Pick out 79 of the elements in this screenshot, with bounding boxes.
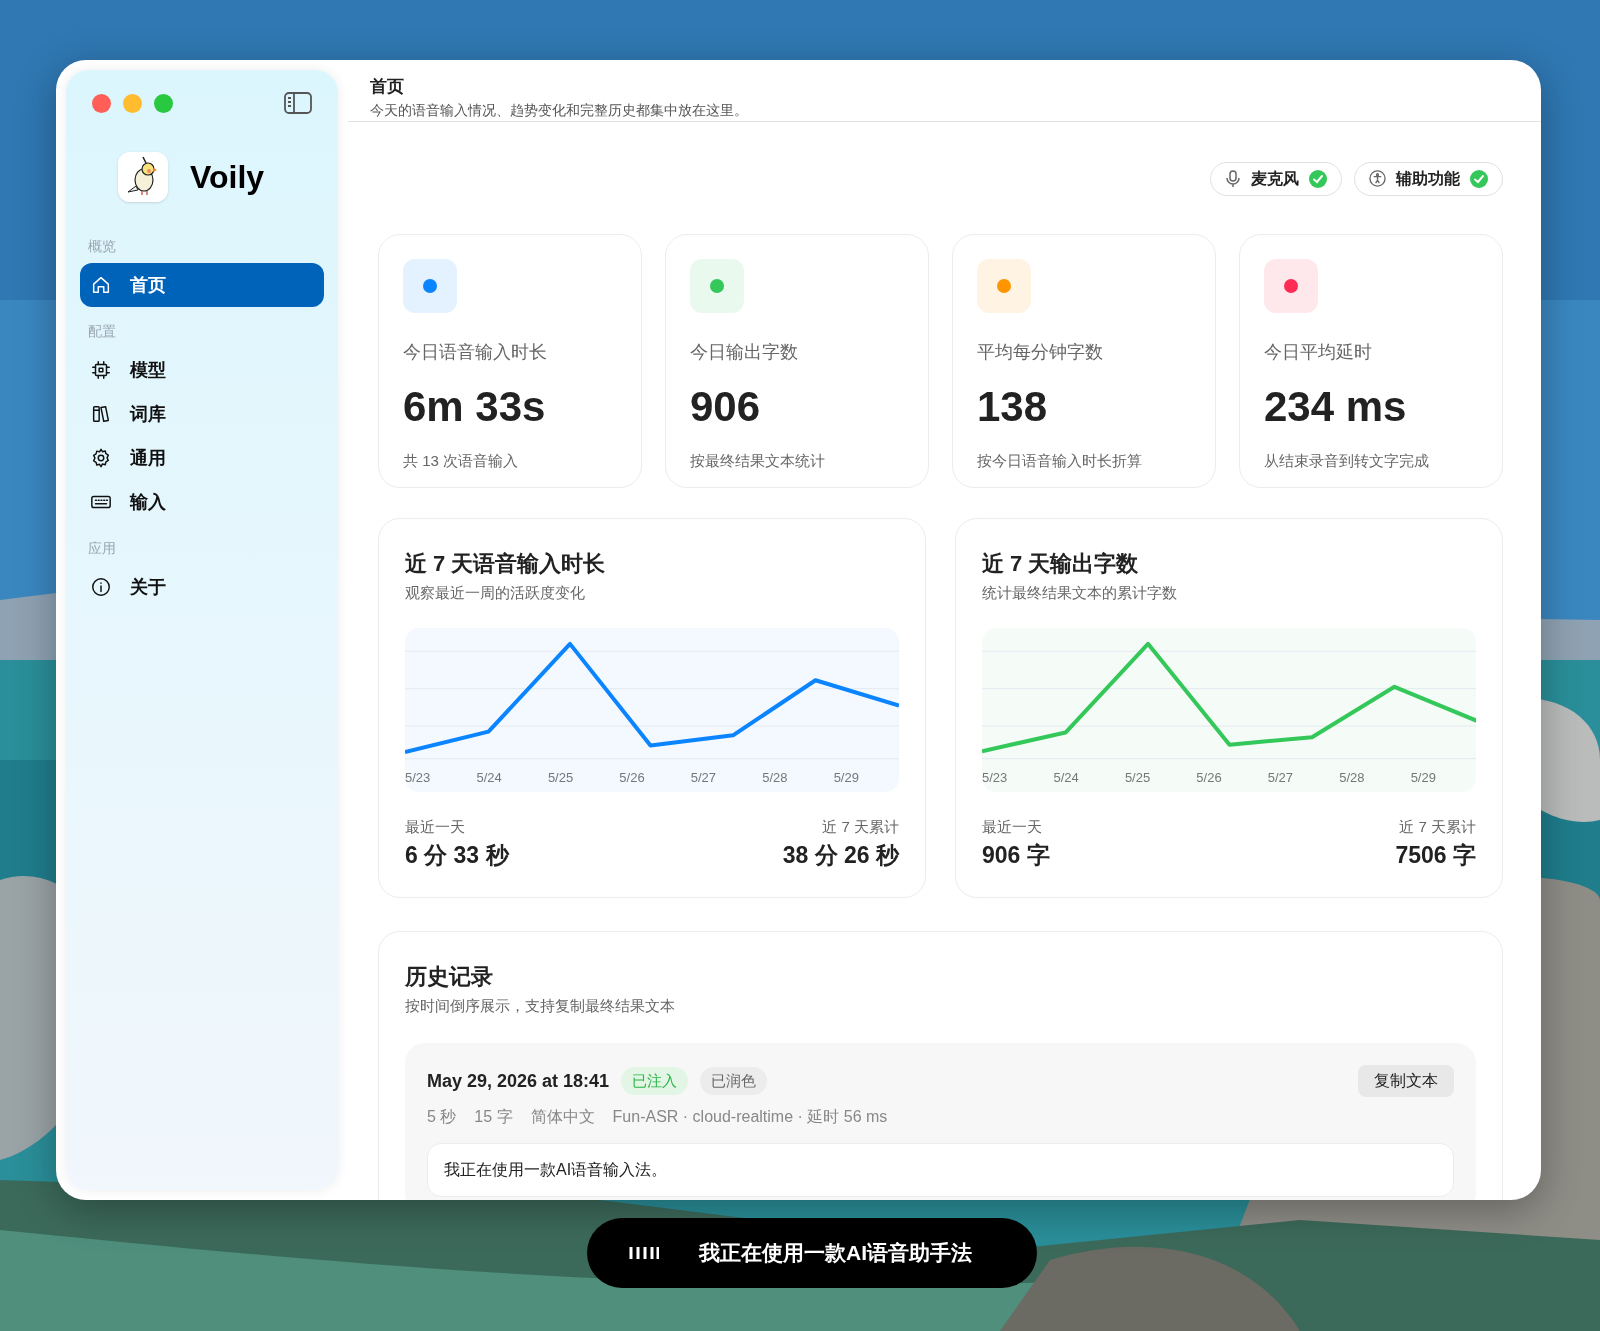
- sidebar-item[interactable]: 模型: [80, 348, 324, 392]
- sidebar-toggle-icon[interactable]: [284, 92, 312, 114]
- entry-meta: Fun-ASR · cloud-realtime · 延时 56 ms: [612, 1107, 888, 1127]
- settings-icon: [90, 447, 112, 469]
- stat-value: 138: [977, 381, 1049, 432]
- entry-time: May 29, 2026 at 18:41: [427, 1069, 610, 1093]
- copy-text-button[interactable]: 复制文本: [1358, 1065, 1454, 1097]
- home-icon: [90, 274, 112, 296]
- summary-label: 近 7 天累计: [822, 816, 899, 837]
- entry-meta: 简体中文: [530, 1107, 595, 1127]
- axis-label: 5/26: [1196, 769, 1222, 787]
- axis-label: 5/23: [405, 769, 431, 787]
- chip-icon: [90, 359, 112, 381]
- stat-value: 6m 33s: [403, 381, 547, 432]
- summary-value: 38 分 26 秒: [782, 841, 899, 870]
- stat-note: 共 13 次语音输入: [403, 450, 520, 471]
- summary-label: 近 7 天累计: [1399, 816, 1476, 837]
- summary-label: 最近一天: [405, 816, 466, 837]
- section-heading: 概览: [87, 237, 117, 256]
- axis-label: 5/29: [833, 769, 859, 787]
- summary-value: 906 字: [982, 841, 1050, 870]
- summary-value: 6 分 33 秒: [405, 841, 509, 870]
- axis-label: 5/25: [1124, 769, 1151, 787]
- check-icon: [1470, 169, 1488, 188]
- history-title: 历史记录: [405, 962, 494, 991]
- stat-label: 今日输出字数: [690, 340, 799, 364]
- chart-subtitle: 统计最终结果文本的累计字数: [982, 582, 1178, 603]
- section-heading: 应用: [87, 539, 117, 558]
- axis-label: 5/29: [1410, 769, 1436, 787]
- stat-label: 今日语音输入时长: [403, 340, 548, 364]
- summary-label: 最近一天: [982, 816, 1043, 837]
- entry-text: 我正在使用一款AI语音输入法。: [427, 1143, 1454, 1197]
- sidebar-item[interactable]: 关于: [80, 565, 324, 609]
- stat-label: 今日平均延时: [1264, 340, 1373, 364]
- minimize-window-button[interactable]: [123, 93, 142, 113]
- stat-value: 906: [690, 381, 762, 432]
- section-heading: 配置: [87, 322, 117, 341]
- sidebar-item[interactable]: 词库: [80, 392, 324, 436]
- stat-label: 平均每分钟字数: [977, 340, 1104, 364]
- axis-label: 5/25: [547, 769, 574, 787]
- axis-label: 5/24: [476, 769, 502, 787]
- axis-label: 5/26: [619, 769, 645, 787]
- chart-title: 近 7 天输出字数: [982, 549, 1140, 578]
- permission-chip[interactable]: 辅助功能: [1354, 161, 1503, 196]
- history-subtitle: 按时间倒序展示，支持复制最终结果文本: [405, 995, 676, 1016]
- window-subtitle: 今天的语音输入情况、趋势变化和完整历史都集中放在这里。: [370, 100, 749, 120]
- waveform-icon: [629, 1244, 659, 1262]
- sidebar-item[interactable]: 首页: [80, 263, 324, 307]
- axis-label: 5/28: [1339, 769, 1365, 787]
- close-window-button[interactable]: [92, 93, 111, 113]
- permission-chip[interactable]: 麦克风: [1210, 161, 1342, 196]
- books-icon: [90, 403, 112, 425]
- sidebar-item[interactable]: 通用: [80, 436, 324, 480]
- axis-label: 5/27: [1267, 769, 1294, 787]
- zoom-window-button[interactable]: [154, 93, 173, 113]
- entry-meta: 5 秒: [427, 1107, 457, 1127]
- axis-label: 5/27: [690, 769, 717, 787]
- accessibility-icon: [1369, 170, 1386, 187]
- summary-value: 7506 字: [1395, 841, 1476, 870]
- stat-note: 从结束录音到转文字完成: [1264, 450, 1430, 471]
- stat-note: 按今日语音输入时长折算: [977, 450, 1143, 471]
- microphone-icon: [1225, 169, 1241, 188]
- window-title: 首页: [370, 76, 405, 98]
- axis-label: 5/28: [762, 769, 788, 787]
- app-name: Voily: [190, 158, 265, 197]
- chart-subtitle: 观察最近一周的活跃度变化: [405, 582, 586, 603]
- stat-note: 按最终结果文本统计: [690, 450, 826, 471]
- axis-label: 5/24: [1053, 769, 1079, 787]
- stat-value: 234 ms: [1264, 381, 1408, 432]
- status-tag: 已润色: [700, 1067, 768, 1095]
- axis-label: 5/23: [982, 769, 1008, 787]
- info-icon: [90, 576, 112, 598]
- check-icon: [1309, 169, 1327, 188]
- sidebar-item[interactable]: 输入: [80, 480, 324, 524]
- bird-logo-icon: [118, 152, 168, 202]
- entry-meta: 15 字: [474, 1107, 513, 1127]
- dictation-text: 我正在使用一款AI语音助手法: [699, 1240, 972, 1267]
- status-tag: 已注入: [621, 1067, 689, 1095]
- chart-title: 近 7 天语音输入时长: [405, 549, 607, 578]
